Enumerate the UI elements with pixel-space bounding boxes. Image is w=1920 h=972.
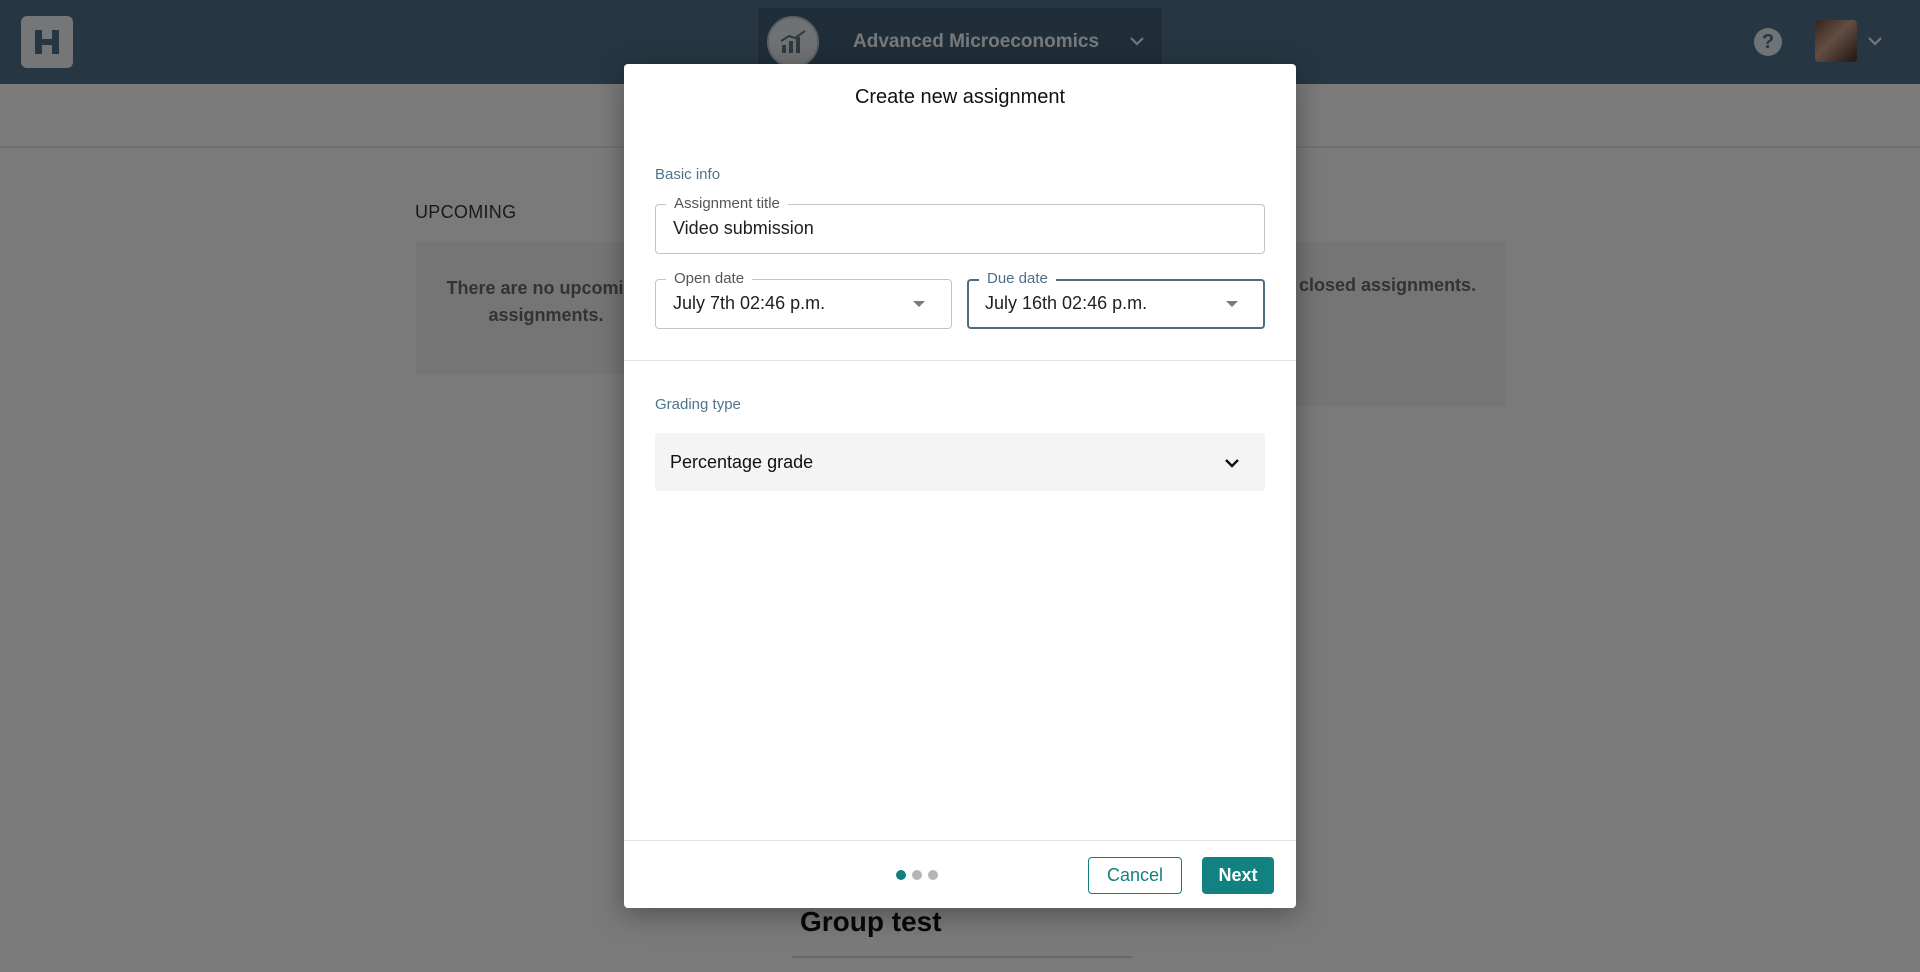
open-date-label: Open date (666, 269, 753, 289)
basic-info-label: Basic info (655, 166, 721, 183)
assignment-title-label: Assignment title (666, 194, 788, 214)
open-date-value[interactable]: July 7th 02:46 p.m. (673, 293, 825, 314)
step-indicator (896, 870, 938, 880)
open-date-field[interactable]: Open date July 7th 02:46 p.m. (655, 269, 952, 329)
grading-type-value: Percentage grade (670, 452, 814, 472)
chevron-down-icon[interactable] (1223, 455, 1241, 471)
due-date-label: Due date (979, 269, 1056, 289)
modal-title: Create new assignment (854, 86, 1066, 108)
step-dot-2 (912, 870, 922, 880)
grading-type-label: Grading type (655, 396, 741, 413)
due-date-value[interactable]: July 16th 02:46 p.m. (985, 293, 1147, 314)
cancel-button[interactable]: Cancel (1088, 857, 1182, 894)
section-divider (624, 360, 1296, 361)
assignment-title-value[interactable]: Video submission (673, 218, 814, 239)
create-assignment-modal: Create new assignment Basic info Assignm… (624, 64, 1296, 908)
footer-divider (624, 840, 1296, 841)
assignment-title-field[interactable]: Assignment title Video submission (655, 194, 1265, 254)
next-button[interactable]: Next (1202, 857, 1274, 894)
dropdown-caret-icon[interactable] (913, 301, 925, 307)
step-dot-3 (928, 870, 938, 880)
step-dot-1 (896, 870, 906, 880)
grading-type-select[interactable]: Percentage grade (655, 433, 1265, 491)
dropdown-caret-icon[interactable] (1226, 301, 1238, 307)
due-date-field[interactable]: Due date July 16th 02:46 p.m. (967, 269, 1265, 329)
